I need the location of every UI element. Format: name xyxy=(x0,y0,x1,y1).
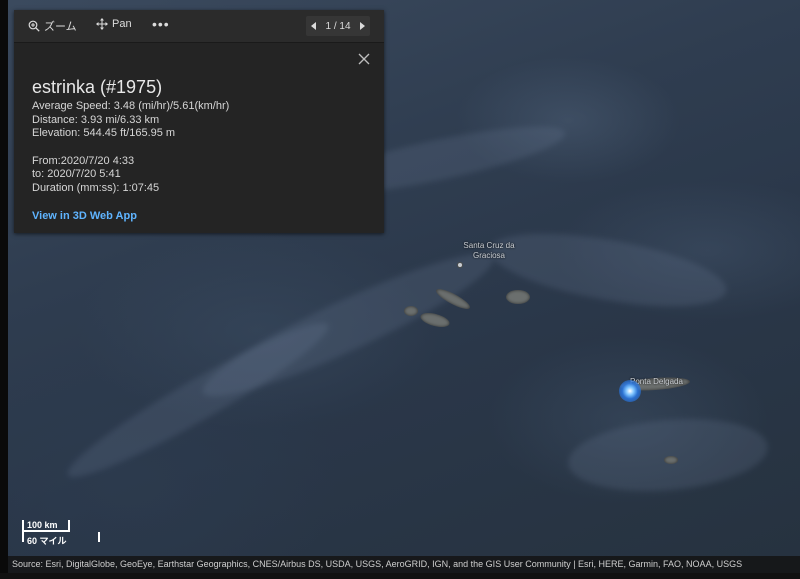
from-text: From:2020/7/20 4:33 xyxy=(32,154,135,167)
scale-metric-label: 100 km xyxy=(27,520,58,530)
feature-popup: ズーム Pan ••• 1 / 14 estrinka (#1975) Aver… xyxy=(14,10,384,233)
pan-label: Pan xyxy=(112,18,132,30)
island-santa-maria xyxy=(664,456,678,464)
seafloor-ridge xyxy=(484,219,732,321)
popup-title: estrinka (#1975) xyxy=(32,77,163,97)
island-terceira xyxy=(506,290,530,304)
scale-bar: 100 km 60 マイル xyxy=(22,520,100,546)
left-edge xyxy=(0,0,8,579)
bottom-edge xyxy=(0,573,800,579)
pan-move-icon xyxy=(96,18,108,30)
popup-toolbar: ズーム Pan ••• 1 / 14 xyxy=(14,10,384,43)
seafloor-ridge xyxy=(565,411,771,499)
zoom-label: ズーム xyxy=(44,21,77,33)
feature-pager: 1 / 14 xyxy=(306,16,370,36)
average-speed-text: Average Speed: 3.48 (mi/hr)/5.61(km/hr) xyxy=(32,100,230,112)
scale-imperial-label: 60 マイル xyxy=(27,536,67,546)
zoom-in-icon xyxy=(28,20,40,32)
place-dot-santa-cruz xyxy=(458,263,462,267)
distance-text: Distance: 3.93 mi/6.33 km xyxy=(32,113,160,126)
view-3d-link[interactable]: View in 3D Web App xyxy=(32,210,137,222)
to-text: to: 2020/7/20 5:41 xyxy=(32,168,121,180)
duration-text: Duration (mm:ss): 1:07:45 xyxy=(32,181,160,194)
seafloor-ridge xyxy=(58,307,338,493)
chevron-left-icon[interactable] xyxy=(311,22,316,30)
pan-button[interactable]: Pan xyxy=(96,18,132,30)
popup-details: Average Speed: 3.48 (mi/hr)/5.61(km/hr) … xyxy=(32,100,229,195)
pager-text: 1 / 14 xyxy=(325,20,351,32)
zoom-button[interactable]: ズーム xyxy=(28,18,77,34)
island-pico xyxy=(418,310,452,330)
island-faial xyxy=(404,306,418,316)
elevation-text: Elevation: 544.45 ft/165.95 m xyxy=(32,127,176,139)
chevron-right-icon[interactable] xyxy=(360,22,365,30)
more-options-button[interactable]: ••• xyxy=(152,16,170,32)
map-attribution: Source: Esri, DigitalGlobe, GeoEye, Eart… xyxy=(8,556,800,573)
close-icon[interactable] xyxy=(357,52,371,66)
location-pulse-icon[interactable] xyxy=(619,380,641,402)
place-label-santa-cruz: Santa Cruz da Graciosa xyxy=(463,241,515,260)
